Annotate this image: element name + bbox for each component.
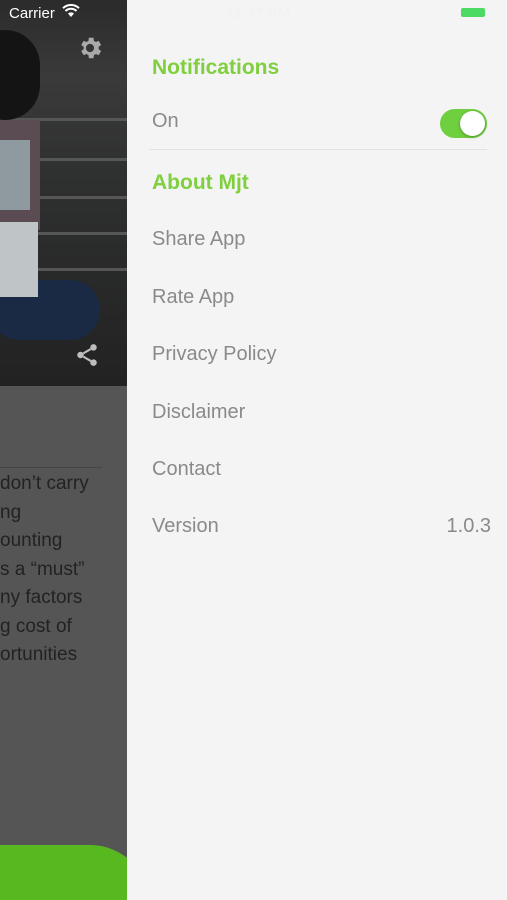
article-line: ng — [0, 501, 22, 523]
article-line: ounting — [0, 530, 63, 551]
article-text: don’t carry ng ounting s a “must” ny fac… — [0, 470, 127, 670]
green-action-shape[interactable] — [0, 845, 127, 900]
article-line: s a “must” — [0, 558, 85, 580]
rate-app-item[interactable]: Rate App — [152, 286, 234, 309]
section-divider — [149, 149, 487, 150]
background-screen[interactable]: don’t carry ng ounting s a “must” ny fac… — [0, 0, 127, 900]
article-line: ortunities — [0, 644, 78, 665]
background-divider — [0, 467, 102, 468]
wifi-icon — [62, 4, 80, 22]
toggle-knob — [460, 111, 485, 136]
article-line: g cost of — [0, 615, 72, 637]
settings-drawer: Notifications On About Mjt Share App Rat… — [127, 0, 507, 900]
about-section-title: About Mjt — [152, 171, 249, 194]
share-icon[interactable] — [74, 342, 100, 373]
notifications-on-label: On — [152, 110, 179, 132]
share-app-item[interactable]: Share App — [152, 228, 245, 251]
status-bar: Carrier 11:47 AM — [0, 0, 507, 28]
version-label: Version — [152, 515, 219, 537]
clock: 11:47 AM — [226, 5, 291, 22]
carrier-label: Carrier — [9, 5, 55, 22]
notifications-toggle[interactable] — [440, 109, 487, 138]
disclaimer-item[interactable]: Disclaimer — [152, 401, 245, 424]
contact-item[interactable]: Contact — [152, 458, 221, 481]
battery-icon — [461, 8, 487, 19]
hero-image — [0, 0, 127, 386]
privacy-policy-item[interactable]: Privacy Policy — [152, 343, 276, 366]
article-line: ny factors — [0, 587, 83, 608]
version-value: 1.0.3 — [446, 515, 491, 537]
notifications-section-title: Notifications — [152, 56, 280, 79]
article-line: don’t carry — [0, 473, 89, 494]
gear-icon[interactable] — [76, 34, 104, 67]
